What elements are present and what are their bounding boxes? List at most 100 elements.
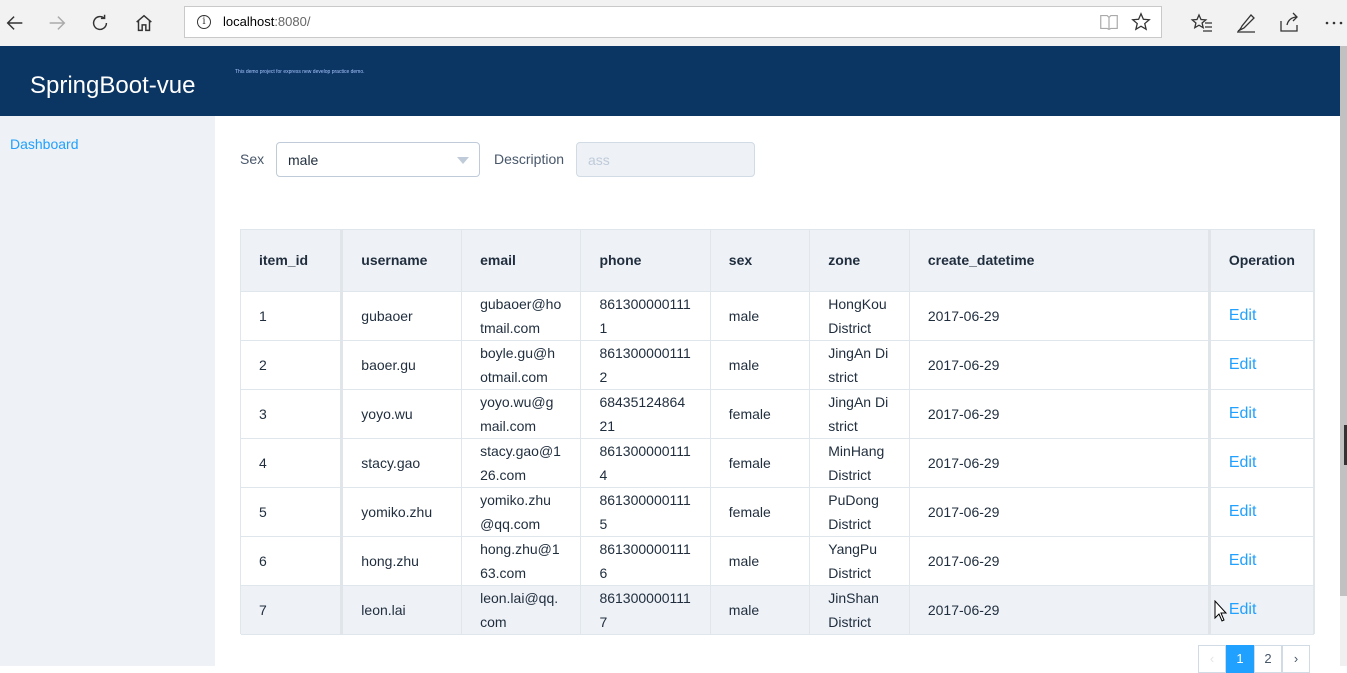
cell-sex: male	[710, 536, 811, 586]
cell-item-id: 1	[241, 291, 344, 341]
prev-page-button[interactable]: ‹	[1198, 645, 1226, 673]
table-row: 3 yoyo.wu yoyo.wu@gmail.com 684351248642…	[241, 389, 1315, 439]
share-icon[interactable]	[1277, 11, 1301, 35]
cell-operation: Edit	[1207, 536, 1315, 586]
info-icon[interactable]: i	[197, 15, 211, 29]
refresh-icon[interactable]	[85, 8, 115, 38]
table-row: 7 leon.lai leon.lai@qq.com 8613000001117…	[241, 585, 1315, 635]
sidebar-item-dashboard[interactable]: Dashboard	[10, 136, 79, 152]
cell-email: hong.zhu@163.com	[461, 536, 582, 586]
next-page-button[interactable]: ›	[1282, 645, 1310, 673]
header-username[interactable]: username	[341, 230, 463, 292]
description-label: Description	[494, 151, 565, 167]
cell-phone: 8613000001116	[580, 536, 711, 586]
table-row: 5 yomiko.zhu yomiko.zhu@qq.com 861300000…	[241, 487, 1315, 537]
cell-email: yomiko.zhu@qq.com	[461, 487, 582, 537]
edit-button[interactable]: Edit	[1229, 307, 1257, 324]
edit-button[interactable]: Edit	[1229, 356, 1257, 373]
cell-operation: Edit	[1207, 340, 1315, 390]
cell-create-datetime: 2017-06-29	[909, 487, 1210, 537]
cell-email: yoyo.wu@gmail.com	[461, 389, 582, 439]
header-email[interactable]: email	[461, 230, 582, 292]
address-bar[interactable]: i localhost:8080/	[184, 6, 1162, 38]
edit-button[interactable]: Edit	[1229, 454, 1257, 471]
cell-email: boyle.gu@hotmail.com	[461, 340, 582, 390]
cell-create-datetime: 2017-06-29	[909, 585, 1210, 635]
cell-zone: PuDong District	[809, 487, 910, 537]
cell-username: yomiko.zhu	[341, 487, 463, 537]
cell-email: gubaoer@hotmail.com	[461, 291, 582, 341]
table-row: 4 stacy.gao stacy.gao@126.com 8613000001…	[241, 438, 1315, 488]
chevron-down-icon[interactable]	[457, 157, 469, 164]
header-item-id[interactable]: item_id	[241, 230, 344, 292]
table-row: 6 hong.zhu hong.zhu@163.com 861300000111…	[241, 536, 1315, 586]
edit-button[interactable]: Edit	[1229, 405, 1257, 422]
more-icon[interactable]	[1322, 11, 1346, 35]
home-icon[interactable]	[129, 8, 159, 38]
table-header-row: item_id username email phone sex zone cr…	[241, 230, 1315, 292]
cell-username: hong.zhu	[341, 536, 463, 586]
header-operation[interactable]: Operation	[1207, 230, 1315, 292]
cell-username: gubaoer	[341, 291, 463, 341]
cell-zone: JinShan District	[809, 585, 910, 635]
cell-item-id: 5	[241, 487, 344, 537]
mouse-cursor-icon	[1214, 600, 1228, 622]
cell-item-id: 3	[241, 389, 344, 439]
reading-view-icon[interactable]	[1098, 11, 1120, 33]
page-scrollbar[interactable]	[1340, 46, 1347, 666]
pen-icon[interactable]	[1234, 11, 1258, 35]
sidebar: Dashboard	[0, 116, 215, 666]
cell-phone: 8613000001111	[580, 291, 711, 341]
cell-sex: male	[710, 340, 811, 390]
cell-sex: female	[710, 389, 811, 439]
cell-phone: 8613000001114	[580, 438, 711, 488]
cell-create-datetime: 2017-06-29	[909, 291, 1210, 341]
cell-zone: HongKou District	[809, 291, 910, 341]
header-create-datetime[interactable]: create_datetime	[909, 230, 1210, 292]
edit-button[interactable]: Edit	[1229, 503, 1257, 520]
back-icon[interactable]	[0, 8, 30, 38]
forward-icon[interactable]	[42, 8, 72, 38]
cell-zone: JingAn District	[809, 340, 910, 390]
favorites-icon[interactable]	[1190, 11, 1214, 35]
cell-operation: Edit	[1207, 438, 1315, 488]
cell-item-id: 2	[241, 340, 344, 390]
cell-phone: 8613000001112	[580, 340, 711, 390]
cell-sex: male	[710, 291, 811, 341]
header-zone[interactable]: zone	[809, 230, 910, 292]
cell-create-datetime: 2017-06-29	[909, 340, 1210, 390]
sex-select[interactable]: male	[276, 142, 480, 177]
app-subtitle: This demo project for express new develo…	[235, 69, 365, 75]
cell-zone: YangPu District	[809, 536, 910, 586]
cell-item-id: 4	[241, 438, 344, 488]
cell-phone: 6843512486421	[580, 389, 711, 439]
cell-item-id: 6	[241, 536, 344, 586]
cell-operation: Edit	[1207, 389, 1315, 439]
cell-username: stacy.gao	[341, 438, 463, 488]
table-row: 2 baoer.gu boyle.gu@hotmail.com 86130000…	[241, 340, 1315, 390]
page-1-button[interactable]: 1	[1226, 645, 1254, 673]
cell-phone: 8613000001115	[580, 487, 711, 537]
cell-sex: female	[710, 438, 811, 488]
cell-email: leon.lai@qq.com	[461, 585, 582, 635]
header-phone[interactable]: phone	[580, 230, 711, 292]
cell-operation: Edit	[1207, 291, 1315, 341]
app-title[interactable]: SpringBoot-vue	[30, 72, 195, 100]
scrollbar-thumb[interactable]	[1340, 46, 1347, 596]
description-input[interactable]	[576, 142, 755, 177]
cell-username: leon.lai	[341, 585, 463, 635]
page-2-button[interactable]: 2	[1254, 645, 1282, 673]
cell-operation: Edit	[1207, 487, 1315, 537]
table-row: 1 gubaoer gubaoer@hotmail.com 8613000001…	[241, 291, 1315, 341]
star-icon[interactable]	[1130, 11, 1152, 33]
sex-label: Sex	[240, 151, 265, 167]
header-sex[interactable]: sex	[710, 230, 811, 292]
cell-username: baoer.gu	[341, 340, 463, 390]
edit-button[interactable]: Edit	[1229, 552, 1257, 569]
edit-button[interactable]: Edit	[1229, 601, 1257, 618]
cell-sex: male	[710, 585, 811, 635]
cell-phone: 8613000001117	[580, 585, 711, 635]
cell-zone: MinHang District	[809, 438, 910, 488]
cell-create-datetime: 2017-06-29	[909, 438, 1210, 488]
url-text[interactable]: localhost:8080/	[223, 14, 310, 29]
